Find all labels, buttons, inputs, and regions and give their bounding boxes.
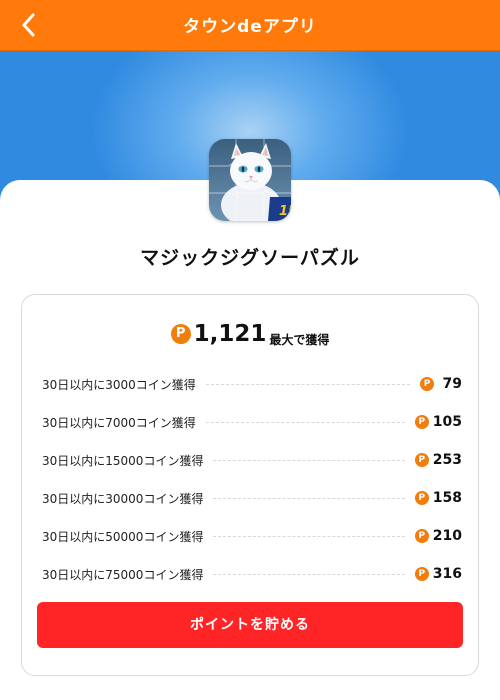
- task-label: 30日以内に75000コイン獲得: [42, 567, 204, 582]
- dotted-leader: [205, 383, 410, 385]
- reward-total: P 1,121 最大で獲得: [22, 321, 478, 348]
- cat-jigsaw-app-icon: 15: [209, 139, 291, 221]
- list-item: 30日以内に15000コイン獲得 P 253: [42, 441, 462, 479]
- dotted-leader: [213, 573, 405, 575]
- point-coin-icon: P: [170, 324, 191, 344]
- point-coin-icon: P: [414, 529, 429, 543]
- task-label: 30日以内に3000コイン獲得: [42, 377, 196, 392]
- dotted-leader: [213, 497, 405, 499]
- task-points: P 158: [414, 490, 462, 506]
- list-item: 30日以内に3000コイン獲得 P 79: [42, 365, 462, 403]
- task-label: 30日以内に15000コイン獲得: [42, 453, 204, 468]
- point-coin-icon: P: [414, 453, 429, 467]
- task-points: P 105: [414, 414, 462, 430]
- task-points: P 316: [414, 566, 462, 582]
- dotted-leader: [213, 459, 405, 461]
- total-suffix: 最大で獲得: [269, 332, 330, 347]
- total-points: 1,121: [193, 321, 267, 347]
- point-coin-icon: P: [414, 415, 429, 429]
- list-item: 30日以内に75000コイン獲得 P 316: [42, 555, 462, 593]
- list-item: 30日以内に50000コイン獲得 P 210: [42, 517, 462, 555]
- task-label: 30日以内に50000コイン獲得: [42, 529, 204, 544]
- task-points: P 253: [414, 452, 462, 468]
- task-list: 30日以内に3000コイン獲得 P 79 30日以内に7000コイン獲得 P 105…: [42, 365, 462, 593]
- dotted-leader: [205, 421, 405, 423]
- app-header: タウンdeアプリ: [0, 0, 500, 51]
- reward-panel: P 1,121 最大で獲得 30日以内に3000コイン獲得 P 79 30日以内に70…: [21, 294, 479, 676]
- task-label: 30日以内に30000コイン獲得: [42, 491, 204, 506]
- point-coin-icon: P: [414, 567, 429, 581]
- task-points: P 79: [420, 376, 462, 392]
- app-name: マジックジグソーパズル: [140, 247, 360, 269]
- list-item: 30日以内に30000コイン獲得 P 158: [42, 479, 462, 517]
- task-label: 30日以内に7000コイン獲得: [42, 415, 196, 430]
- save-points-button[interactable]: ポイントを貯める: [37, 602, 463, 648]
- dotted-leader: [213, 535, 405, 537]
- task-points: P 210: [414, 528, 462, 544]
- point-coin-icon: P: [414, 491, 429, 505]
- page-title: タウンdeアプリ: [183, 17, 317, 37]
- list-item: 30日以内に7000コイン獲得 P 105: [42, 403, 462, 441]
- point-coin-icon: P: [420, 377, 434, 391]
